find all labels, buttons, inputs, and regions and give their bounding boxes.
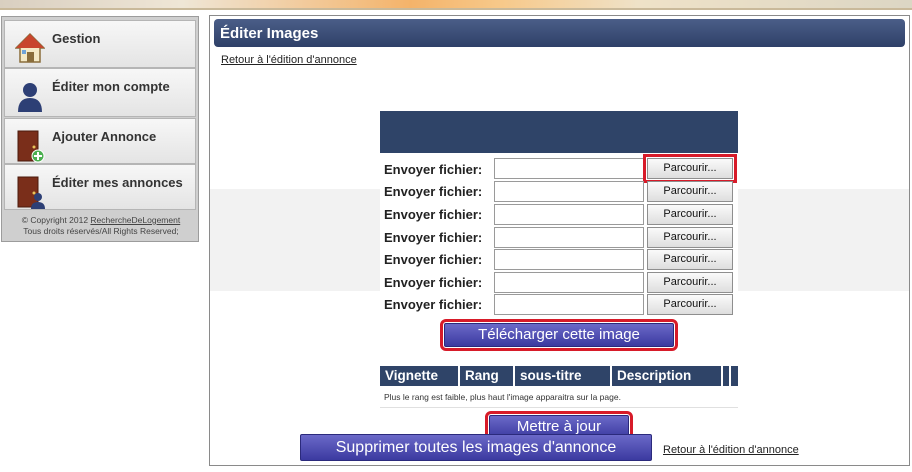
- column-header-rank: Rang: [460, 366, 515, 386]
- column-header-subtitle: sous-titre: [515, 366, 612, 386]
- sidebar-item-label: Ajouter Annonce: [52, 129, 157, 144]
- browse-button[interactable]: Parcourir...: [647, 181, 733, 202]
- browse-button[interactable]: Parcourir...: [647, 204, 733, 225]
- images-table-header: Vignette Rang sous-titre Description: [380, 366, 738, 386]
- page-title: Éditer Images: [214, 19, 905, 47]
- sidebar-item-add-listing[interactable]: Ajouter Annonce: [4, 118, 196, 164]
- file-field[interactable]: [494, 294, 644, 315]
- rank-note: Plus le rang est faible, plus haut l'ima…: [384, 392, 621, 402]
- divider: [380, 407, 738, 408]
- file-field[interactable]: [494, 272, 644, 293]
- copyright-prefix: © Copyright 2012: [21, 215, 91, 225]
- delete-all-images-button[interactable]: Supprimer toutes les images d'annonce: [300, 434, 652, 461]
- file-field[interactable]: [494, 158, 644, 179]
- browse-button[interactable]: Parcourir...: [647, 294, 733, 315]
- file-field[interactable]: [494, 204, 644, 225]
- browse-button[interactable]: Parcourir...: [647, 249, 733, 270]
- door-user-icon: [17, 176, 45, 209]
- upload-label: Envoyer fichier:: [384, 230, 483, 245]
- upload-label: Envoyer fichier:: [384, 162, 483, 177]
- column-header-thumbnail: Vignette: [380, 366, 460, 386]
- upload-form-header: [380, 111, 738, 153]
- copyright-text: © Copyright 2012 RechercheDeLogement Tou…: [6, 215, 196, 237]
- upload-label: Envoyer fichier:: [384, 207, 483, 222]
- back-to-listing-link-bottom[interactable]: Retour à l'édition d'annonce: [663, 444, 799, 456]
- sidebar-item-label: Éditer mes annonces: [52, 175, 183, 190]
- sidebar-item-edit-listings[interactable]: Éditer mes annonces: [4, 164, 196, 210]
- door-add-icon: [17, 130, 45, 163]
- copyright-link[interactable]: RechercheDeLogement: [90, 215, 180, 225]
- user-icon: [18, 83, 42, 112]
- top-map-banner: [0, 0, 912, 10]
- rights-text: Tous droits réservés/All Rights Reserved…: [23, 226, 179, 236]
- upload-label: Envoyer fichier:: [384, 297, 483, 312]
- back-to-listing-link-top[interactable]: Retour à l'édition d'annonce: [221, 54, 357, 66]
- column-header-extra: [723, 366, 731, 386]
- file-field[interactable]: [494, 181, 644, 202]
- upload-image-button[interactable]: Télécharger cette image: [440, 319, 678, 351]
- file-field[interactable]: [494, 249, 644, 270]
- sidebar-item-label: Gestion: [52, 31, 101, 46]
- main-panel: Éditer Images Retour à l'édition d'annon…: [209, 15, 910, 466]
- sidebar-item-edit-account[interactable]: Éditer mon compte: [4, 68, 196, 117]
- browse-button[interactable]: Parcourir...: [643, 154, 737, 183]
- browse-button[interactable]: Parcourir...: [647, 227, 733, 248]
- sidebar-item-gestion[interactable]: Gestion: [4, 20, 196, 68]
- upload-label: Envoyer fichier:: [384, 275, 483, 290]
- browse-button[interactable]: Parcourir...: [647, 272, 733, 293]
- sidebar-item-label: Éditer mon compte: [52, 79, 170, 94]
- sidebar: Gestion Éditer mon compte Ajouter Annonc…: [1, 16, 199, 242]
- upload-form: Envoyer fichier: Parcourir... Envoyer fi…: [380, 111, 738, 443]
- upload-label: Envoyer fichier:: [384, 252, 483, 267]
- column-header-description: Description: [612, 366, 723, 386]
- house-icon: [15, 32, 45, 63]
- file-field[interactable]: [494, 227, 644, 248]
- upload-label: Envoyer fichier:: [384, 184, 483, 199]
